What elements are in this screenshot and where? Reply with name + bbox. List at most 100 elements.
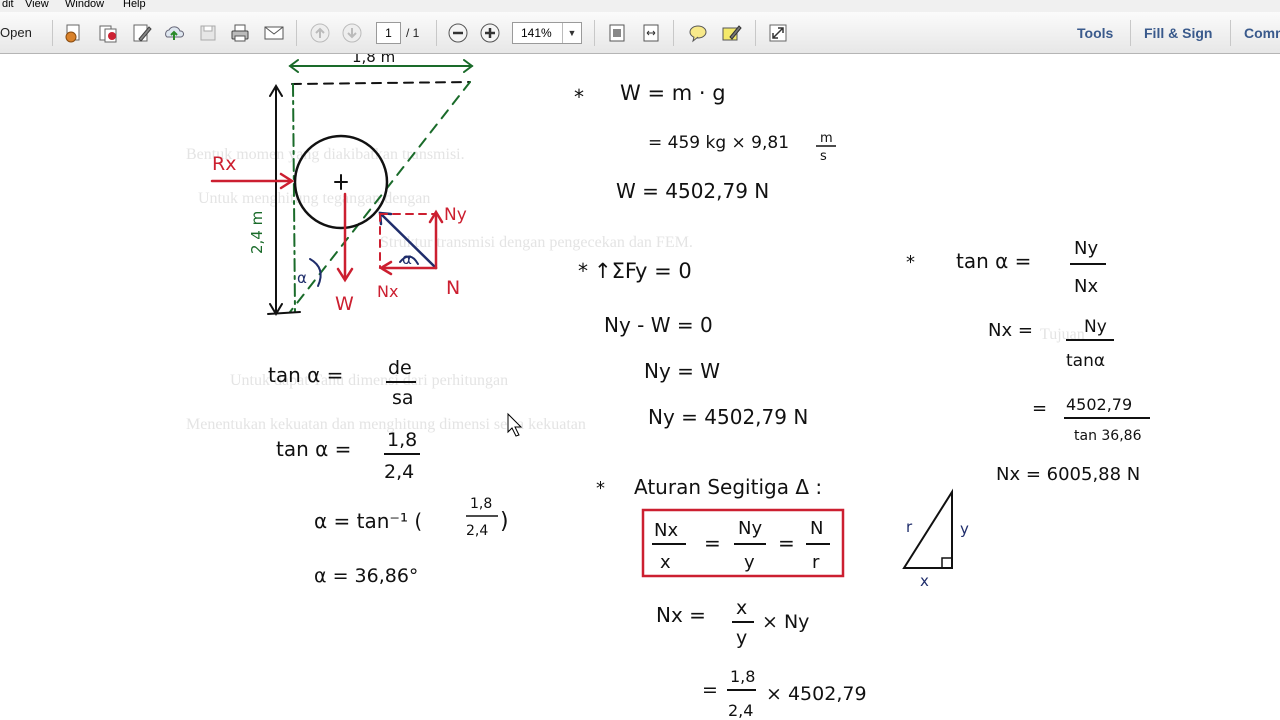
equation-text: =: [704, 531, 721, 555]
fit-width-button[interactable]: [639, 21, 663, 45]
alpha-label: α: [402, 250, 412, 268]
menu-help[interactable]: Help: [123, 0, 146, 10]
angle-result: α = 36,86°: [314, 565, 418, 587]
equation-text: =: [778, 531, 795, 555]
speech-bubble-icon: [689, 25, 707, 43]
fraction-numerator: Ny: [738, 518, 762, 539]
previous-page-button[interactable]: [308, 21, 332, 45]
open-button[interactable]: Open: [0, 25, 32, 40]
comment-pane-link[interactable]: Comm: [1244, 25, 1280, 41]
fraction-numerator: Ny: [1074, 238, 1098, 259]
fraction-numerator: Ny: [1084, 317, 1107, 337]
triangle-label: y: [960, 520, 969, 538]
fit-page-button[interactable]: [605, 21, 629, 45]
equation-text: ): [500, 509, 509, 534]
circle-center-mark: [334, 174, 348, 190]
fit-page-icon: [609, 24, 625, 42]
tools-pane-link[interactable]: Tools: [1077, 25, 1113, 41]
ny-label: Ny: [444, 205, 467, 225]
equation-text: Nx =: [988, 320, 1033, 341]
chevron-down-icon[interactable]: ▼: [562, 23, 581, 43]
upload-button[interactable]: [162, 21, 186, 45]
page-number-input[interactable]: 1: [376, 22, 401, 44]
alpha-label: α: [297, 269, 307, 287]
fraction-denominator: y: [744, 552, 755, 573]
arrow-down-circle-icon: [342, 23, 362, 43]
equation-text: Ny - W = 0: [604, 313, 713, 337]
equation-text: Ny = W: [644, 359, 720, 383]
create-pdf-button[interactable]: [62, 21, 86, 45]
equation-text: α = tan⁻¹ (: [314, 509, 422, 533]
fraction-denominator: 2,4: [466, 523, 488, 539]
fraction-denominator: tanα: [1066, 351, 1105, 371]
equation-text: Ny = 4502,79 N: [648, 405, 808, 429]
combine-files-icon: [99, 25, 117, 43]
equation-text: tan α =: [956, 249, 1031, 273]
unit-denominator: s: [820, 149, 827, 164]
document-view[interactable]: Bentuk momen yang diakibatkan transmisi.…: [0, 54, 1280, 720]
toolbar-separator: [1230, 20, 1231, 46]
page-total: / 1: [406, 26, 420, 40]
fraction-denominator: sa: [392, 387, 414, 409]
right-angle-mark: [941, 557, 952, 568]
zoom-in-button[interactable]: [478, 21, 502, 45]
full-screen-button[interactable]: [766, 21, 790, 45]
equation-text: W = m · g: [620, 81, 726, 105]
zoom-level-value: 141%: [521, 26, 552, 40]
fraction-denominator: y: [736, 627, 747, 649]
angle-arc: [309, 258, 322, 287]
toolbar-separator: [52, 20, 53, 46]
width-label: 1,8 m: [352, 54, 395, 66]
combine-files-button[interactable]: [96, 21, 120, 45]
toolbar-separator: [755, 20, 756, 46]
unit-numerator: m: [820, 131, 833, 146]
toolbar-separator: [594, 20, 595, 46]
toolbar: Open 1 / 1 141% ▼ Tools Fill & Sign Com: [0, 12, 1280, 54]
nx-label: Nx: [377, 282, 398, 301]
toolbar-separator: [673, 20, 674, 46]
free-body-diagram: [210, 59, 474, 316]
rx-label: Rx: [212, 153, 236, 175]
fraction-denominator: tan 36,86: [1074, 428, 1142, 444]
equation-text: Aturan Segitiga Δ :: [634, 475, 822, 499]
fraction-denominator: 2,4: [384, 461, 414, 483]
edit-button[interactable]: [130, 21, 154, 45]
create-pdf-icon: [65, 24, 80, 43]
save-button[interactable]: [196, 21, 220, 45]
print-button[interactable]: [228, 21, 252, 45]
bullet-star: *: [906, 252, 915, 273]
fraction-numerator: 1,8: [470, 496, 492, 512]
zoom-level-select[interactable]: 141% ▼: [512, 22, 582, 44]
save-disk-icon: [200, 25, 216, 41]
triangle-label: r: [906, 518, 913, 536]
bullet-star: *: [578, 259, 588, 283]
handwritten-notes: 1,8 m 2,4 m Rx W Ny Nx N α α tan α = de …: [210, 54, 1150, 720]
plus-circle-icon: [480, 23, 500, 43]
next-page-button[interactable]: [340, 21, 364, 45]
comment-button[interactable]: [686, 21, 710, 45]
fraction-numerator: 1,8: [730, 667, 755, 686]
toolbar-separator: [1130, 20, 1131, 46]
zoom-out-button[interactable]: [446, 21, 470, 45]
minus-circle-icon: [448, 23, 468, 43]
envelope-icon: [264, 26, 284, 40]
equation-text: Nx =: [656, 603, 706, 627]
fit-width-icon: [643, 24, 659, 42]
fraction-numerator: Nx: [654, 520, 678, 541]
wall-line: [292, 83, 296, 313]
highlight-button[interactable]: [719, 21, 743, 45]
printer-icon: [231, 24, 249, 42]
email-button[interactable]: [262, 21, 286, 45]
pencil-edit-icon: [133, 24, 152, 42]
cloud-upload-icon: [165, 26, 185, 40]
fill-sign-pane-link[interactable]: Fill & Sign: [1144, 25, 1212, 41]
menu-edit[interactable]: dit: [2, 0, 14, 10]
height-label: 2,4 m: [248, 211, 266, 254]
fraction-numerator: x: [736, 597, 747, 619]
n-label: N: [446, 277, 460, 299]
menu-view[interactable]: View: [25, 0, 49, 10]
expand-arrows-icon: [769, 24, 787, 42]
equation-text: tan α =: [268, 363, 343, 387]
menu-window[interactable]: Window: [65, 0, 104, 10]
fraction-numerator: de: [388, 357, 412, 379]
